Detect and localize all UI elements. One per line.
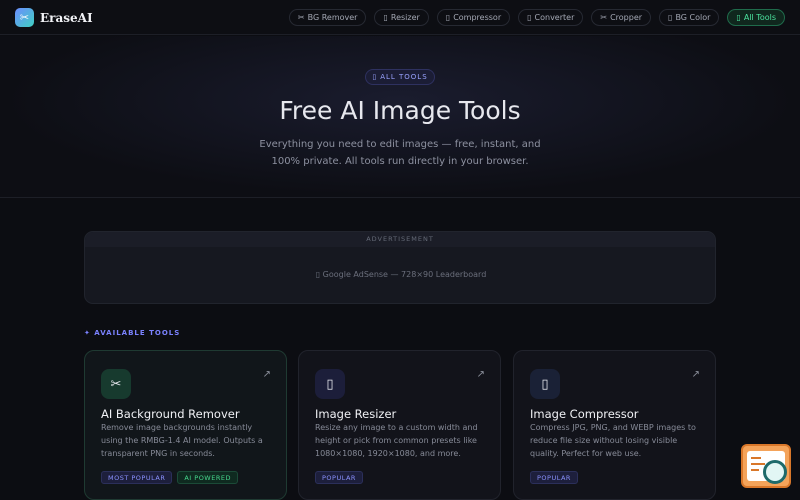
nav-label: Converter	[534, 13, 575, 22]
convert-icon: ▯	[527, 13, 532, 22]
tool-card-resizer[interactable]: ▯ ↗ Image Resizer Resize any image to a …	[298, 350, 501, 500]
scissors-icon: ✂	[101, 369, 131, 399]
palette-icon: ▯	[668, 13, 673, 22]
compress-icon: ▯	[445, 13, 451, 22]
tag-badge: POPULAR	[530, 471, 578, 484]
nav-resizer[interactable]: ▯ Resizer	[374, 9, 429, 26]
page-subtitle: Everything you need to edit images — fre…	[259, 139, 541, 167]
ad-label: ADVERTISEMENT	[85, 232, 715, 247]
card-tags: POPULAR	[315, 471, 363, 484]
widget-line	[751, 457, 761, 459]
top-nav: ✂ BG Remover ▯ Resizer ▯ Compressor ▯ Conver…	[288, 9, 785, 26]
nav-compressor[interactable]: ▯ Compressor	[436, 9, 511, 26]
compress-icon: ▯	[530, 369, 560, 399]
arrow-up-right-icon: ↗	[476, 369, 485, 380]
card-tags: POPULAR	[530, 471, 578, 484]
card-description: Resize any image to a custom width and h…	[315, 423, 478, 458]
nav-cropper[interactable]: ✂ Cropper	[591, 9, 652, 26]
crop-icon: ✂	[600, 13, 608, 22]
hero-section: ▯ ALL TOOLS Free AI Image Tools Everythi…	[0, 36, 800, 198]
hero-badge: ▯ ALL TOOLS	[365, 69, 435, 85]
widget-line	[751, 469, 759, 471]
scissors-icon: ✂	[297, 13, 305, 22]
nav-label: Compressor	[453, 13, 502, 22]
section-label: ✦ AVAILABLE TOOLS	[84, 329, 181, 337]
tag-badge: MOST POPULAR	[101, 471, 173, 484]
card-description: Compress JPG, PNG, and WEBP images to re…	[530, 423, 696, 458]
nav-label: BG Color	[675, 13, 711, 22]
card-title: AI Background Remover	[101, 407, 240, 421]
nav-label: BG Remover	[307, 13, 358, 22]
arrow-up-right-icon: ↗	[262, 369, 271, 380]
scissors-icon: ✂	[15, 8, 34, 27]
grid-icon: ▯	[372, 73, 378, 81]
nav-bg-remover[interactable]: ✂ BG Remover	[288, 9, 367, 26]
nav-bg-color[interactable]: ▯ BG Color	[659, 9, 720, 26]
site-header: ✂ EraseAI ✂ BG Remover ▯ Resizer ▯ Compress…	[0, 0, 800, 35]
card-title: Image Compressor	[530, 407, 639, 421]
ad-banner[interactable]: ADVERTISEMENT ▯ Google AdSense — 728×90 …	[84, 231, 716, 304]
resize-icon: ▯	[383, 13, 388, 22]
card-title: Image Resizer	[315, 407, 397, 421]
nav-converter[interactable]: ▯ Converter	[518, 9, 584, 26]
card-description: Remove image backgrounds instantly using…	[101, 423, 263, 458]
card-tags: MOST POPULAR AI POWERED	[101, 471, 238, 484]
nav-label: Cropper	[610, 13, 643, 22]
logo-text: EraseAI	[40, 10, 93, 25]
nav-label: All Tools	[743, 13, 776, 22]
resize-icon: ▯	[315, 369, 345, 399]
page-title: Free AI Image Tools	[279, 96, 521, 125]
logo[interactable]: ✂ EraseAI	[15, 8, 93, 27]
feedback-widget-icon[interactable]	[741, 444, 791, 488]
tag-badge: AI POWERED	[177, 471, 238, 484]
tool-card-compressor[interactable]: ▯ ↗ Image Compressor Compress JPG, PNG, …	[513, 350, 716, 500]
nav-all-tools[interactable]: ▯ All Tools	[727, 9, 785, 26]
widget-line	[751, 463, 765, 465]
hero-badge-label: ALL TOOLS	[380, 73, 428, 81]
tag-badge: POPULAR	[315, 471, 363, 484]
tool-card-bg-remover[interactable]: ✂ ↗ AI Background Remover Remove image b…	[84, 350, 287, 500]
nav-label: Resizer	[390, 13, 420, 22]
arrow-up-right-icon: ↗	[691, 369, 700, 380]
magnifier-icon	[763, 460, 787, 484]
ad-slot-text: ▯ Google AdSense — 728×90 Leaderboard	[315, 270, 487, 279]
grid-icon: ▯	[736, 13, 741, 22]
